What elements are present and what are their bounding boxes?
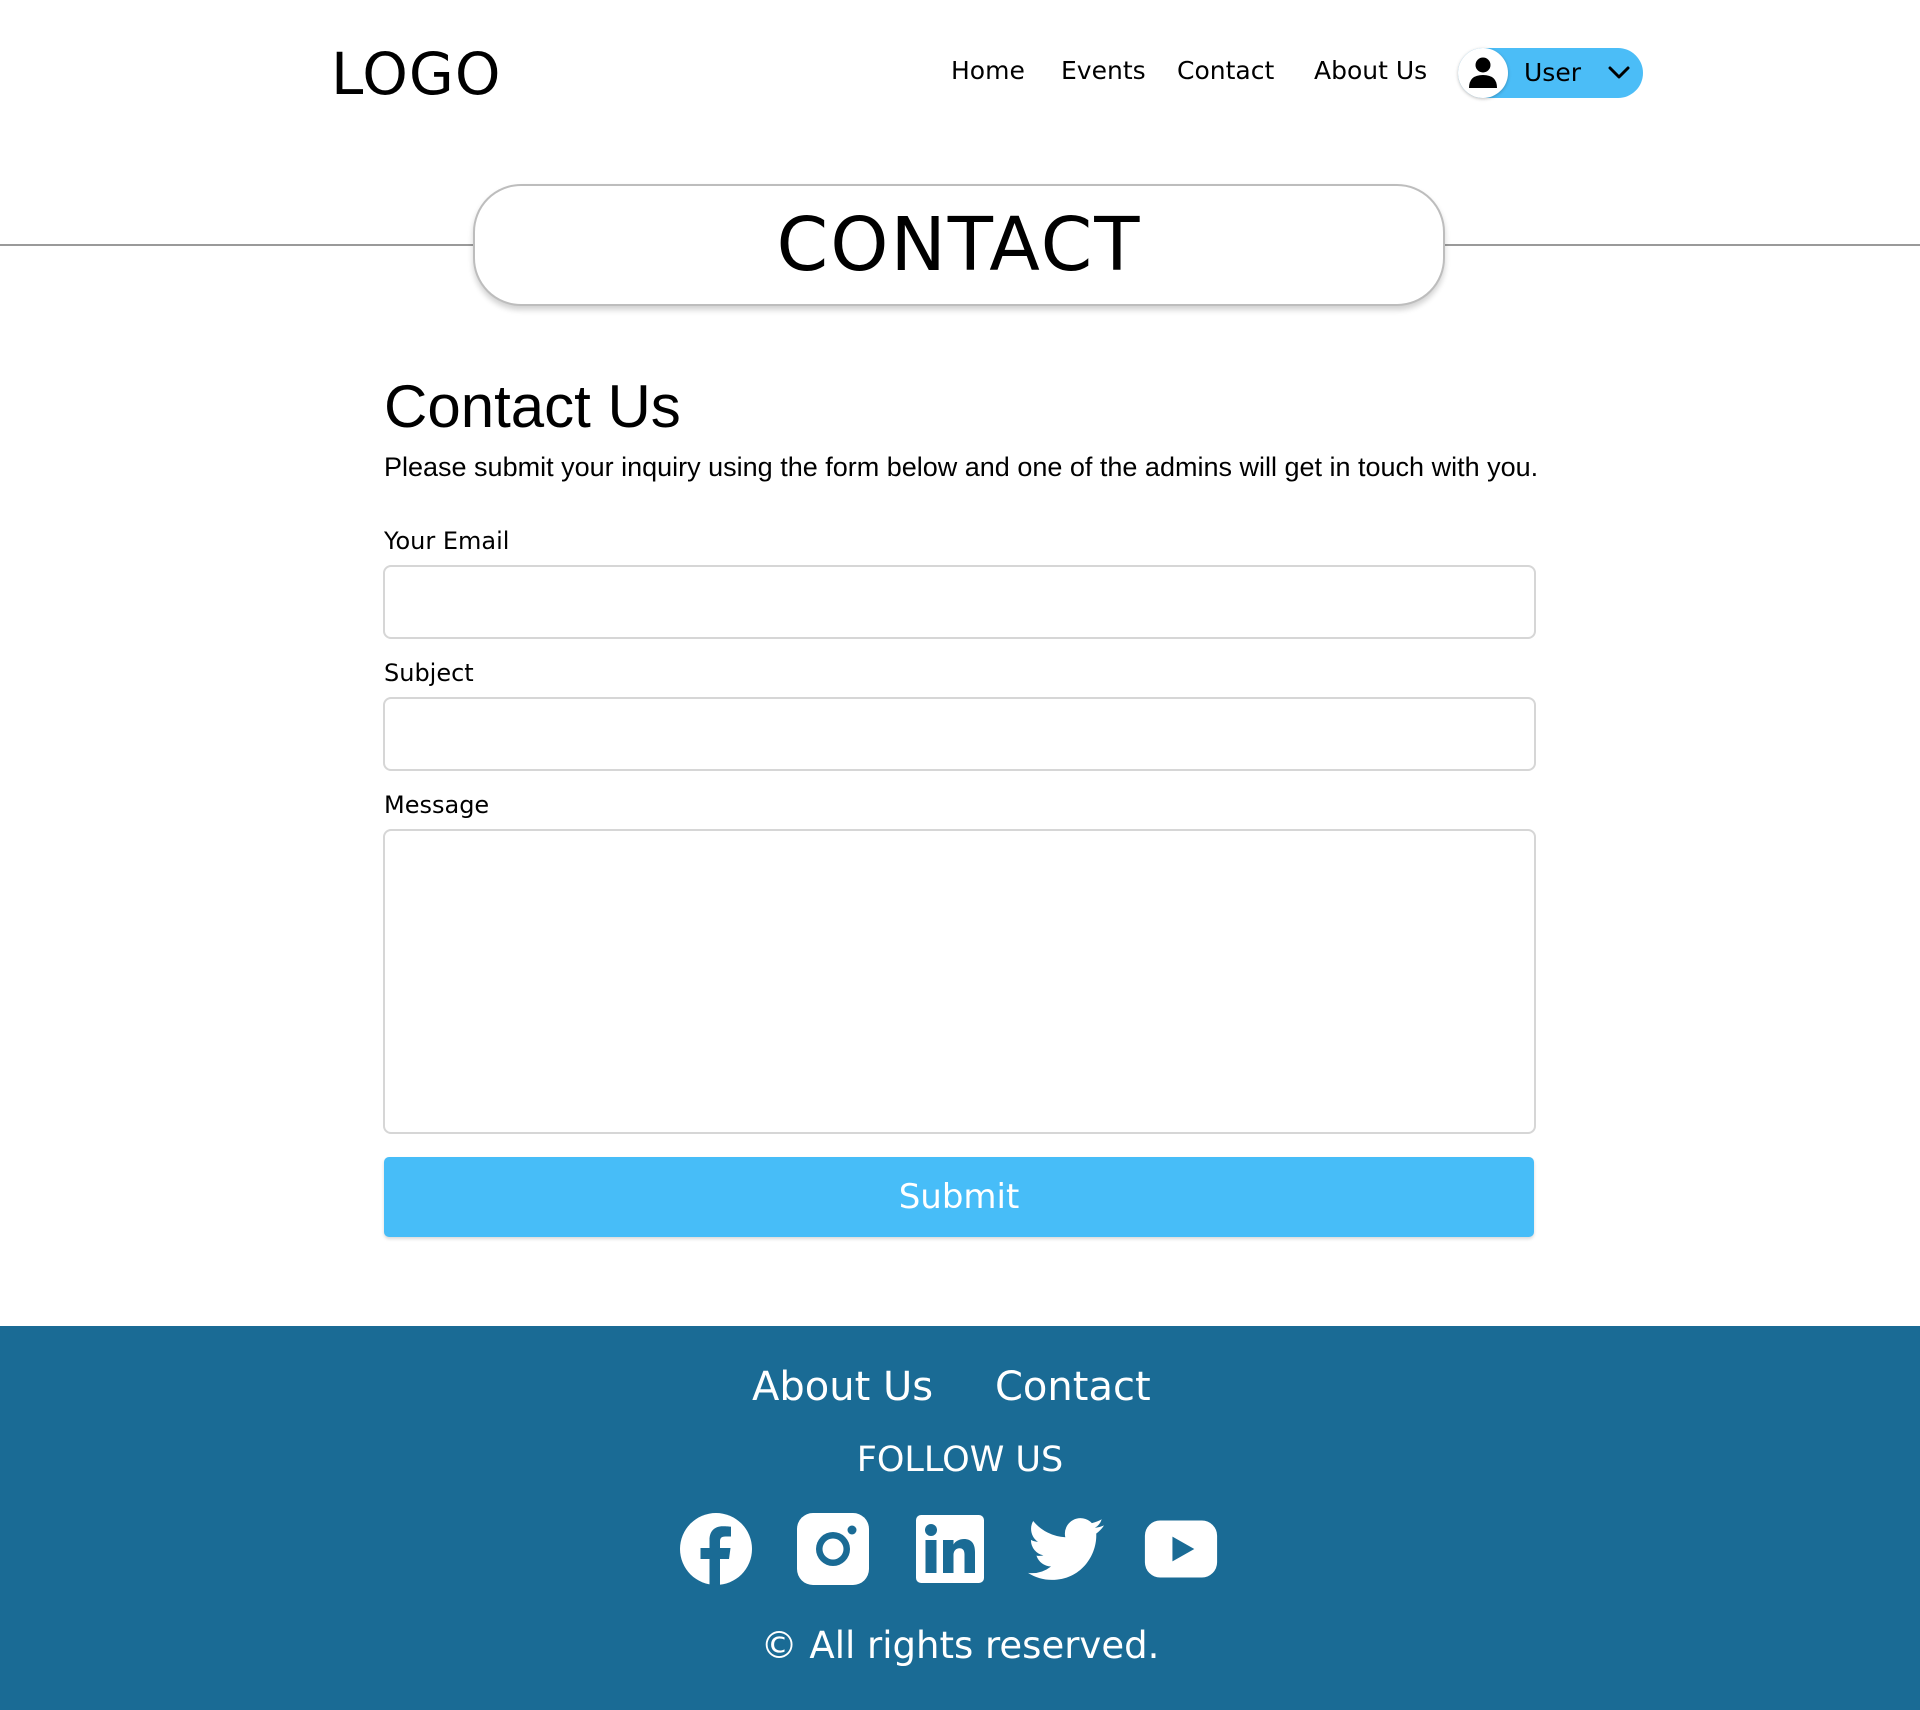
submit-button[interactable]: Submit (384, 1157, 1534, 1237)
linkedin-icon[interactable] (912, 1511, 988, 1587)
title-divider-right (1444, 244, 1920, 246)
user-avatar-icon (1458, 48, 1508, 98)
subject-label: Subject (384, 659, 474, 687)
user-label: User (1524, 58, 1581, 87)
page-title-card: CONTACT (473, 184, 1445, 306)
contact-intro: Please submit your inquiry using the for… (384, 452, 1539, 482)
footer: About Us Contact FOLLOW US © All rights … (0, 1326, 1920, 1710)
follow-us-label: FOLLOW US (856, 1440, 1064, 1480)
title-divider-left (0, 244, 474, 246)
email-field[interactable] (383, 565, 1536, 639)
chevron-down-icon (1608, 66, 1630, 79)
instagram-icon[interactable] (795, 1511, 871, 1587)
twitter-icon[interactable] (1028, 1511, 1104, 1587)
email-label: Your Email (384, 527, 510, 555)
copyright-text: © All rights reserved. (760, 1624, 1160, 1667)
message-field[interactable] (383, 829, 1536, 1134)
nav-home[interactable]: Home (951, 56, 1025, 85)
youtube-icon[interactable] (1143, 1511, 1219, 1587)
page-title: CONTACT (776, 202, 1142, 288)
footer-link-contact[interactable]: Contact (995, 1364, 1151, 1410)
logo[interactable]: LOGO (331, 40, 502, 108)
footer-link-about-us[interactable]: About Us (752, 1364, 933, 1410)
nav-events[interactable]: Events (1061, 56, 1146, 85)
message-label: Message (384, 791, 490, 819)
nav-contact[interactable]: Contact (1177, 56, 1274, 85)
facebook-icon[interactable] (678, 1511, 754, 1587)
subject-field[interactable] (383, 697, 1536, 771)
user-menu-button[interactable]: User (1458, 48, 1643, 98)
contact-heading: Contact Us (384, 373, 681, 440)
nav-about-us[interactable]: About Us (1314, 56, 1427, 85)
